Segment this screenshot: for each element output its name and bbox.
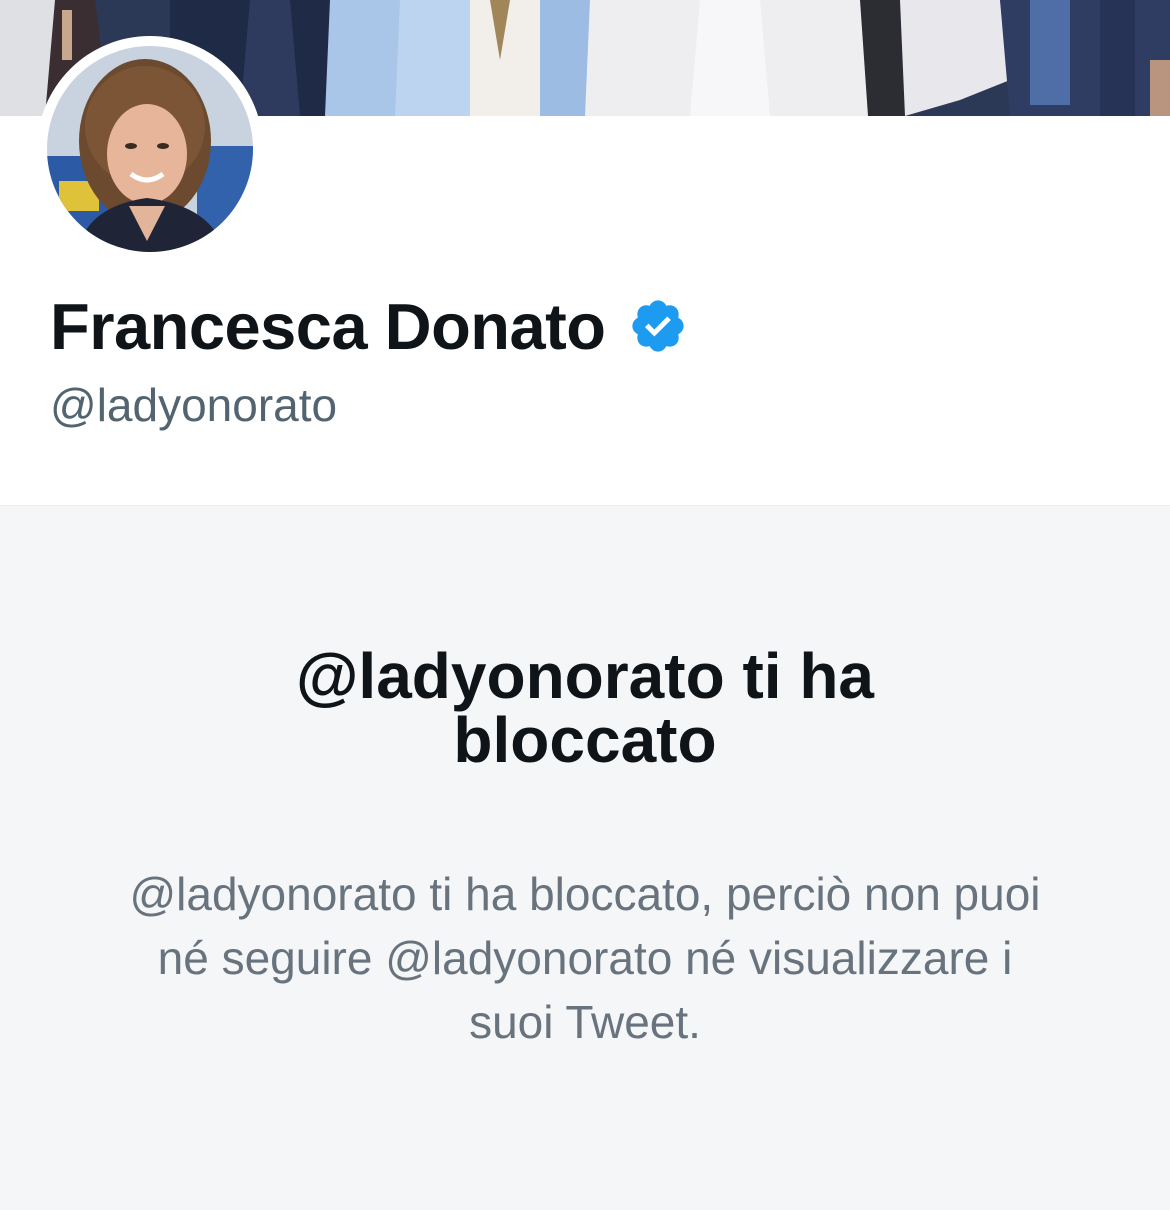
profile-header: Francesca Donato @ladyonorato bbox=[0, 36, 1170, 505]
name-row: Francesca Donato bbox=[50, 288, 688, 364]
avatar[interactable] bbox=[37, 36, 263, 262]
blocked-notice: @ladyonorato ti ha bloccato @ladyonorato… bbox=[0, 505, 1170, 1210]
profile-page: Francesca Donato @ladyonorato @ladyonora… bbox=[0, 0, 1170, 1210]
blocked-title: @ladyonorato ti ha bloccato bbox=[296, 640, 874, 776]
blocked-message: @ladyonorato ti ha bloccato, perciò non … bbox=[129, 868, 1041, 1048]
display-name: Francesca Donato bbox=[50, 289, 606, 363]
profile-photo bbox=[47, 46, 253, 252]
profile-handle: @ladyonorato bbox=[50, 379, 338, 431]
verified-badge-icon[interactable] bbox=[628, 296, 688, 356]
